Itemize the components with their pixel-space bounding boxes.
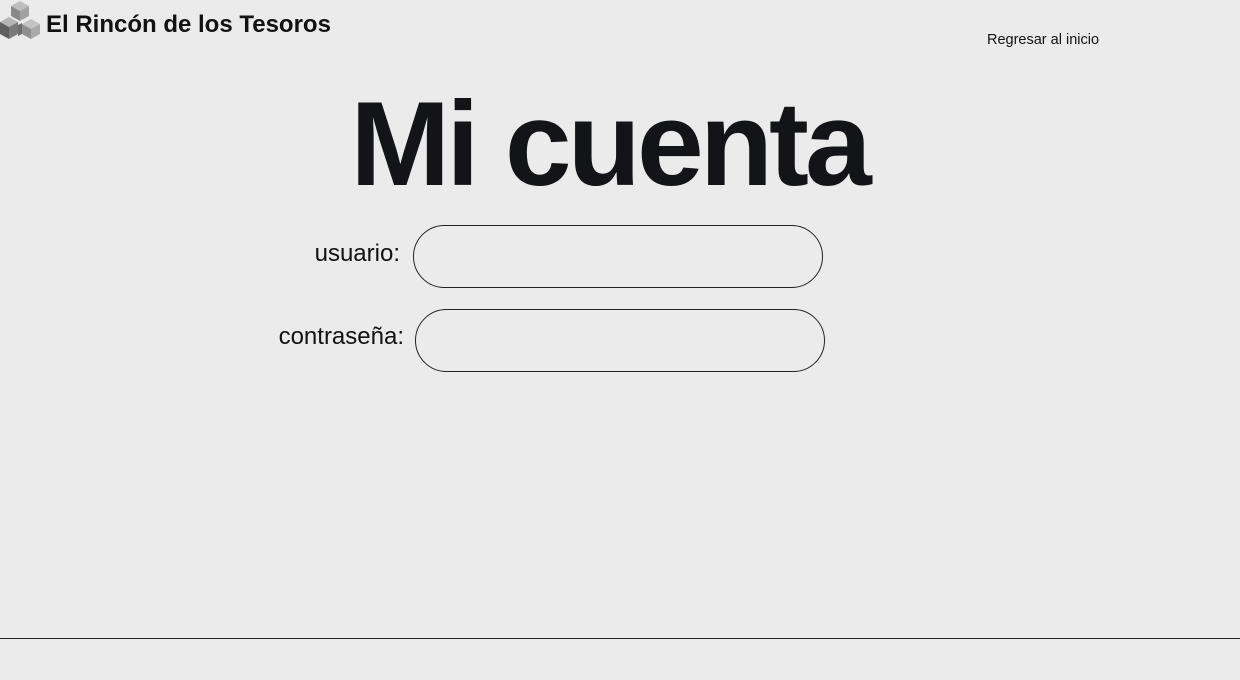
home-link[interactable]: Regresar al inicio (987, 32, 1099, 48)
page-title: Mi cuenta (350, 77, 871, 211)
username-input[interactable] (413, 225, 823, 288)
username-label: usuario: (314, 240, 400, 267)
password-label: contraseña: (278, 323, 404, 350)
password-input[interactable] (415, 309, 825, 372)
cubes-logo-icon (0, 1, 40, 39)
brand-name: El Rincón de los Tesoros (46, 11, 331, 38)
footer-divider (0, 638, 1240, 639)
brand: El Rincón de los Tesoros (0, 0, 331, 44)
